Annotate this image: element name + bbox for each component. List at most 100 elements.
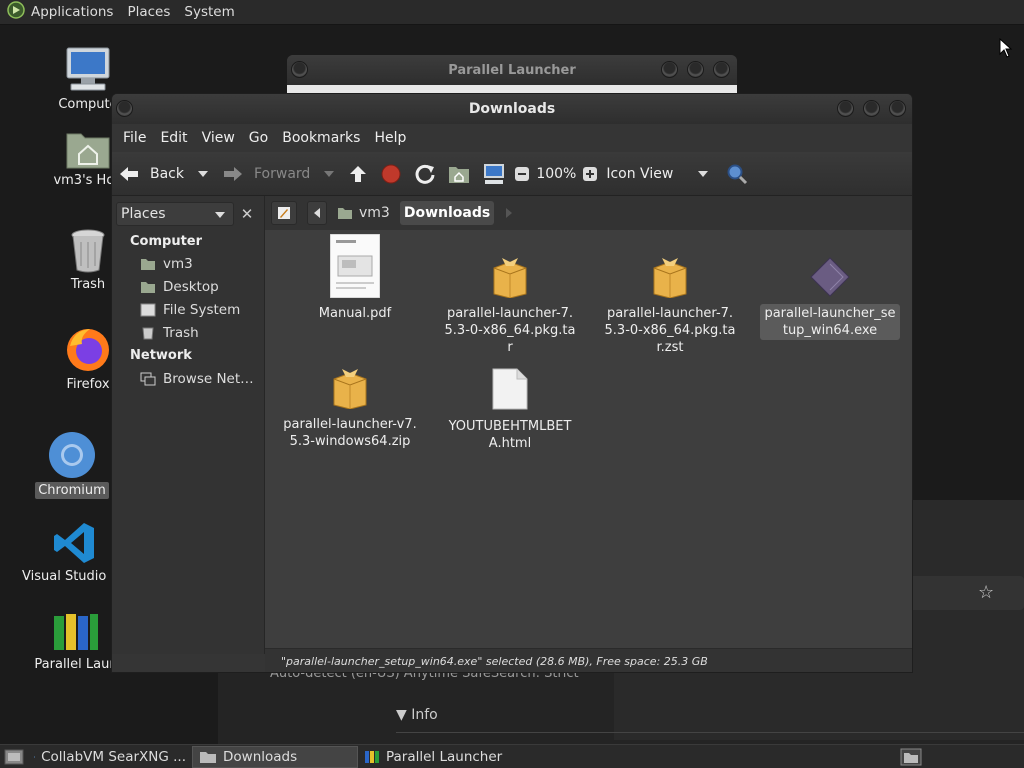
path-bar: vm3 Downloads (265, 196, 912, 230)
sidebar: Places ✕ Computer vm3 Desktop File Syste… (112, 196, 265, 654)
menu-help[interactable]: Help (367, 130, 413, 146)
forward-arrow-icon (224, 166, 242, 181)
edit-location-button[interactable] (271, 201, 297, 225)
maximize-button[interactable] (863, 100, 880, 117)
divider (396, 732, 1024, 733)
tray-file-manager-button[interactable] (894, 746, 928, 768)
applications-menu[interactable]: Applications (0, 0, 120, 25)
chevron-left-icon (314, 208, 320, 218)
folder-icon (900, 748, 922, 765)
pencil-icon (278, 207, 290, 219)
back-history-dropdown[interactable] (190, 156, 216, 192)
home-folder-icon (338, 208, 352, 219)
computer-button[interactable] (476, 156, 512, 192)
file-item[interactable]: parallel-launcher-7.5.3-0-x86_64.pkg.tar (440, 256, 580, 357)
reload-button[interactable] (408, 156, 442, 192)
file-manager-titlebar[interactable]: Downloads (112, 94, 912, 124)
distro-logo-icon (7, 1, 25, 23)
file-item[interactable]: YOUTUBEHTMLBETA.html (440, 367, 580, 453)
task-label: Downloads (223, 748, 298, 765)
parallel-launcher-titlebar[interactable]: Parallel Launcher (287, 55, 737, 85)
package-icon (493, 258, 527, 298)
window-menu-button[interactable] (291, 61, 308, 78)
sidebar-item-desktop[interactable]: Desktop (140, 279, 219, 295)
stop-icon (381, 164, 401, 183)
window-menu-button[interactable] (116, 100, 133, 117)
crumb-label: vm3 (359, 205, 390, 221)
menu-view[interactable]: View (195, 130, 242, 146)
file-item[interactable]: parallel-launcher-v7.5.3-windows64.zip (280, 367, 420, 451)
close-sidebar-button[interactable]: ✕ (236, 202, 258, 226)
chevron-down-icon (215, 212, 225, 218)
star-icon[interactable]: ☆ (978, 582, 994, 603)
zoom-in-button[interactable] (580, 156, 600, 192)
back-button[interactable]: Back (112, 156, 190, 192)
zoom-out-button[interactable] (512, 156, 532, 192)
home-button[interactable] (442, 156, 476, 192)
file-item[interactable]: Manual.pdf (285, 234, 425, 323)
minimize-button[interactable] (661, 61, 678, 78)
file-name: parallel-launcher-7.5.3-0-x86_64.pkg.tar (444, 306, 576, 355)
computer-icon (484, 163, 505, 184)
file-item[interactable]: parallel-launcher-7.5.3-0-x86_64.pkg.tar… (600, 256, 740, 357)
pdf-thumbnail (330, 234, 380, 298)
path-scroll-right-button[interactable] (500, 201, 518, 225)
view-mode-select[interactable]: Icon View (600, 156, 720, 192)
close-button[interactable] (889, 100, 906, 117)
crumb-vm3[interactable]: vm3 (333, 201, 394, 225)
sidebar-heading-computer: Computer (130, 234, 203, 249)
sidebar-item-browse-network[interactable]: Browse Net… (140, 371, 254, 387)
sidebar-item-trash[interactable]: Trash (140, 325, 199, 341)
parallel-launcher-window[interactable]: Parallel Launcher (287, 55, 737, 93)
menu-bookmarks[interactable]: Bookmarks (275, 130, 367, 146)
forward-label: Forward (254, 165, 311, 182)
sidebar-item-file-system[interactable]: File System (140, 302, 240, 318)
firefox-icon (67, 329, 109, 371)
show-desktop-icon (4, 749, 24, 764)
package-icon (333, 369, 367, 409)
top-panel: Applications Places System (0, 0, 1024, 25)
task-downloads[interactable]: Downloads (192, 745, 358, 768)
show-desktop-button[interactable] (0, 746, 28, 768)
desktop-icon-label: Chromium (35, 482, 109, 499)
system-menu[interactable]: System (177, 0, 241, 25)
path-scroll-left-button[interactable] (307, 201, 327, 225)
stop-button[interactable] (374, 156, 408, 192)
file-name: YOUTUBEHTMLBETA.html (448, 419, 572, 451)
zoom-out-icon (515, 166, 530, 181)
network-icon (140, 372, 156, 386)
sidebar-item-label: Browse Net… (163, 371, 254, 387)
menu-go[interactable]: Go (242, 130, 275, 146)
forward-button[interactable]: Forward (216, 156, 316, 192)
menu-bar: File Edit View Go Bookmarks Help (112, 124, 912, 152)
sidebar-item-vm3[interactable]: vm3 (140, 256, 193, 272)
desktop-icon-label: Firefox (66, 377, 110, 392)
file-name: parallel-launcher-7.5.3-0-x86_64.pkg.tar… (604, 306, 736, 355)
task-collabvm-searxng[interactable]: CollabVM SearXNG ... (28, 746, 192, 768)
minimize-button[interactable] (837, 100, 854, 117)
up-button[interactable] (342, 156, 374, 192)
search-button[interactable] (720, 156, 754, 192)
sidebar-selector[interactable]: Places (116, 202, 234, 226)
close-button[interactable] (713, 61, 730, 78)
sidebar-item-label: Trash (163, 325, 199, 341)
maximize-button[interactable] (687, 61, 704, 78)
sidebar-item-label: File System (163, 302, 241, 318)
applications-menu-label: Applications (31, 4, 114, 20)
file-item-selected[interactable]: parallel-launcher_setup_win64.exe (760, 256, 900, 340)
reload-icon (415, 164, 435, 184)
places-menu[interactable]: Places (120, 0, 177, 25)
sidebar-item-label: Desktop (163, 279, 219, 295)
forward-history-dropdown[interactable] (316, 156, 342, 192)
menu-file[interactable]: File (116, 130, 153, 146)
close-icon: ✕ (240, 205, 254, 223)
crumb-downloads[interactable]: Downloads (399, 201, 495, 225)
window-title: Downloads (468, 101, 556, 117)
sidebar-selector-label: Places (121, 206, 166, 222)
info-toggle[interactable]: ▼ Info (396, 707, 438, 723)
menu-edit[interactable]: Edit (153, 130, 194, 146)
task-parallel-launcher[interactable]: Parallel Launcher (358, 746, 524, 768)
sidebar-heading-network: Network (130, 348, 192, 363)
task-label: Parallel Launcher (386, 748, 503, 765)
file-icon-view[interactable]: Manual.pdf parallel-launcher-7.5.3-0-x86… (265, 230, 912, 648)
